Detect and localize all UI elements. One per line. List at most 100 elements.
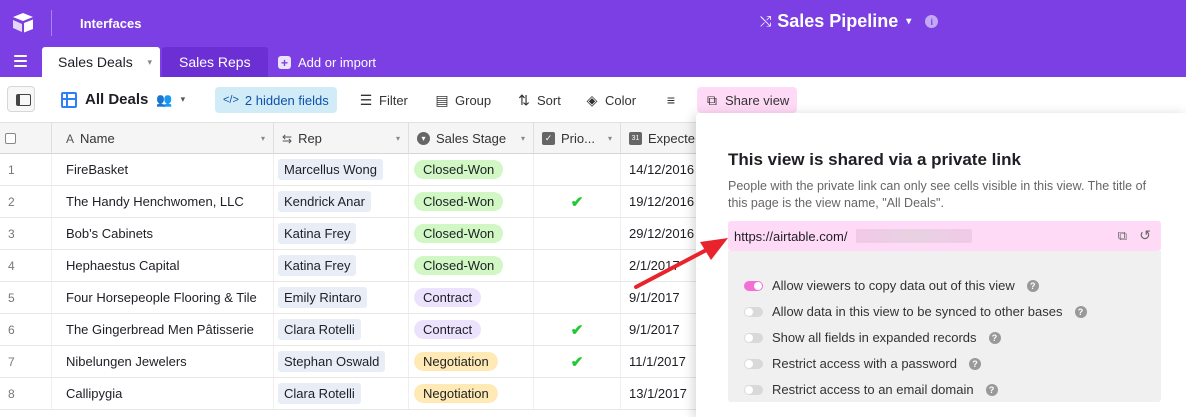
cell-sales-stage[interactable]: Negotiation: [409, 378, 534, 409]
cell-priority[interactable]: [534, 378, 621, 409]
cell-priority[interactable]: ✔: [534, 346, 621, 377]
cell-sales-stage[interactable]: Closed-Won: [409, 154, 534, 185]
toggle-switch[interactable]: [744, 332, 763, 343]
stage-badge: Closed-Won: [414, 256, 504, 275]
cell-rep[interactable]: Clara Rotelli: [274, 314, 409, 345]
table-row[interactable]: 2 The Handy Henchwomen, LLC Kendrick Anar C…: [0, 186, 696, 218]
help-icon[interactable]: ?: [985, 383, 998, 396]
tab-sales-deals[interactable]: Sales Deals ▾: [42, 47, 160, 77]
row-number: 2: [0, 186, 52, 217]
cell-name[interactable]: Bob's Cabinets: [52, 218, 274, 249]
toggle-switch[interactable]: [744, 306, 763, 317]
tab-label: Sales Reps: [179, 54, 251, 70]
color-button[interactable]: ◈ Color: [577, 87, 644, 113]
chevron-down-icon[interactable]: ▾: [608, 134, 612, 143]
column-header-rep[interactable]: ⇆ Rep ▾: [274, 123, 409, 154]
chevron-down-icon: ▾: [906, 16, 912, 27]
help-icon[interactable]: ?: [988, 331, 1001, 344]
chevron-down-icon[interactable]: ▾: [147, 57, 152, 68]
cell-name[interactable]: FireBasket: [52, 154, 274, 185]
column-header-expected[interactable]: 31 Expecte: [621, 123, 696, 154]
add-or-import-button[interactable]: + Add or import: [278, 55, 376, 70]
cell-name[interactable]: Nibelungen Jewelers: [52, 346, 274, 377]
table-row[interactable]: 1 FireBasket Marcellus Wong Closed-Won 14/12…: [0, 154, 696, 186]
table-row[interactable]: 4 Hephaestus Capital Katina Frey Closed-Won…: [0, 250, 696, 282]
chevron-down-icon[interactable]: ▾: [261, 134, 265, 143]
share-view-panel: This view is shared via a private link P…: [696, 113, 1186, 417]
cell-expected-date[interactable]: 14/12/2016: [621, 154, 696, 185]
chevron-down-icon[interactable]: ▾: [521, 134, 525, 143]
cell-name[interactable]: The Handy Henchwomen, LLC: [52, 186, 274, 217]
table-row[interactable]: 5 Four Horsepeople Flooring & Tile Emily R…: [0, 282, 696, 314]
airtable-logo-icon[interactable]: [11, 11, 35, 35]
cell-priority[interactable]: [534, 154, 621, 185]
toggle-switch[interactable]: [744, 280, 763, 291]
cell-priority[interactable]: ✔: [534, 314, 621, 345]
cell-rep[interactable]: Katina Frey: [274, 250, 409, 281]
cell-expected-date[interactable]: 11/1/2017: [621, 346, 696, 377]
table-row[interactable]: 8 Callipygia Clara Rotelli Negotiation 13/1/…: [0, 378, 696, 410]
toggle-switch[interactable]: [744, 384, 763, 395]
open-link-icon[interactable]: ⧉: [1118, 228, 1127, 244]
cell-priority[interactable]: ✔: [534, 186, 621, 217]
row-number-label: 4: [8, 258, 15, 273]
cell-name[interactable]: Four Horsepeople Flooring & Tile: [52, 282, 274, 313]
cell-expected-date[interactable]: 29/12/2016: [621, 218, 696, 249]
cell-priority[interactable]: [534, 250, 621, 281]
group-button[interactable]: ▤ Group: [427, 87, 499, 113]
sidebar-toggle-button[interactable]: [7, 86, 35, 112]
cell-expected-date[interactable]: 2/1/2017: [621, 250, 696, 281]
cell-name[interactable]: Callipygia: [52, 378, 274, 409]
expected-date: 19/12/2016: [629, 194, 695, 209]
interfaces-link[interactable]: Interfaces: [80, 16, 141, 31]
cell-expected-date[interactable]: 9/1/2017: [621, 314, 696, 345]
cell-sales-stage[interactable]: Closed-Won: [409, 250, 534, 281]
column-label: Rep: [298, 131, 322, 146]
info-icon[interactable]: i: [925, 15, 939, 28]
cell-sales-stage[interactable]: Contract: [409, 282, 534, 313]
cell-rep[interactable]: Katina Frey: [274, 218, 409, 249]
sort-button[interactable]: ⇅ Sort: [509, 87, 569, 113]
table-row[interactable]: 3 Bob's Cabinets Katina Frey Closed-Won 29/1…: [0, 218, 696, 250]
table-row[interactable]: 6 The Gingerbread Men Pâtisserie Clara Rot…: [0, 314, 696, 346]
cell-rep[interactable]: Stephan Oswald: [274, 346, 409, 377]
cell-sales-stage[interactable]: Closed-Won: [409, 186, 534, 217]
help-icon[interactable]: ?: [1074, 305, 1087, 318]
menu-icon[interactable]: [14, 55, 27, 67]
regenerate-link-icon[interactable]: ↺: [1139, 227, 1151, 244]
base-title[interactable]: ⤭ Sales Pipeline ▾ i: [760, 11, 939, 32]
cell-priority[interactable]: [534, 218, 621, 249]
tab-sales-reps[interactable]: Sales Reps: [162, 47, 268, 77]
cell-name[interactable]: Hephaestus Capital: [52, 250, 274, 281]
table-row[interactable]: 7 Nibelungen Jewelers Stephan Oswald Negoti…: [0, 346, 696, 378]
help-icon[interactable]: ?: [968, 357, 981, 370]
share-link-url[interactable]: https://airtable.com/: [734, 229, 847, 244]
toggle-switch[interactable]: [744, 358, 763, 369]
cell-rep[interactable]: Marcellus Wong: [274, 154, 409, 185]
column-header-name[interactable]: A Name ▾: [52, 123, 274, 154]
share-view-button[interactable]: ⧉ Share view: [697, 87, 798, 113]
cell-sales-stage[interactable]: Negotiation: [409, 346, 534, 377]
cell-name[interactable]: The Gingerbread Men Pâtisserie: [52, 314, 274, 345]
column-header-priority[interactable]: ✓ Prio... ▾: [534, 123, 621, 154]
deal-name: Four Horsepeople Flooring & Tile: [66, 290, 257, 305]
select-all-checkbox[interactable]: [5, 133, 16, 144]
share-link-box[interactable]: https://airtable.com/ ⧉ ↺: [728, 221, 1161, 251]
cell-expected-date[interactable]: 9/1/2017: [621, 282, 696, 313]
column-header-sales-stage[interactable]: ▾ Sales Stage ▾: [409, 123, 534, 154]
cell-rep[interactable]: Emily Rintaro: [274, 282, 409, 313]
cell-priority[interactable]: [534, 282, 621, 313]
chevron-down-icon[interactable]: ▾: [396, 134, 400, 143]
cell-expected-date[interactable]: 19/12/2016: [621, 186, 696, 217]
hidden-fields-button[interactable]: </> 2 hidden fields: [215, 87, 337, 113]
cell-rep[interactable]: Kendrick Anar: [274, 186, 409, 217]
cell-rep[interactable]: Clara Rotelli: [274, 378, 409, 409]
help-icon[interactable]: ?: [1026, 279, 1039, 292]
cell-sales-stage[interactable]: Contract: [409, 314, 534, 345]
cell-expected-date[interactable]: 13/1/2017: [621, 378, 696, 409]
share-option: Allow viewers to copy data out of this v…: [744, 278, 1039, 293]
cell-sales-stage[interactable]: Closed-Won: [409, 218, 534, 249]
row-height-button[interactable]: ≡: [656, 87, 686, 113]
filter-button[interactable]: ☰ Filter: [351, 87, 416, 113]
view-switcher[interactable]: All Deals 👥 ▾: [61, 91, 185, 108]
